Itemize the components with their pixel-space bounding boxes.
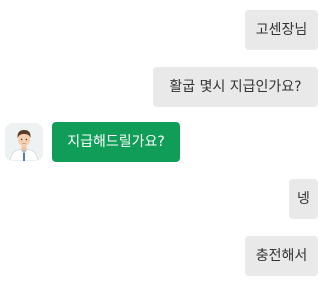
message-bubble-received[interactable]: 지급해드릴가요? bbox=[52, 122, 180, 162]
male-user-avatar-icon bbox=[5, 123, 43, 161]
message-bubble-sent[interactable]: 충전해서 bbox=[245, 236, 318, 276]
message-bubble-sent[interactable]: 활굽 몇시 지급인가요? bbox=[153, 67, 318, 107]
contact-avatar[interactable] bbox=[5, 123, 43, 161]
message-bubble-sent[interactable]: 고센장님 bbox=[245, 10, 318, 50]
message-bubble-sent[interactable]: 넹 bbox=[289, 179, 318, 219]
